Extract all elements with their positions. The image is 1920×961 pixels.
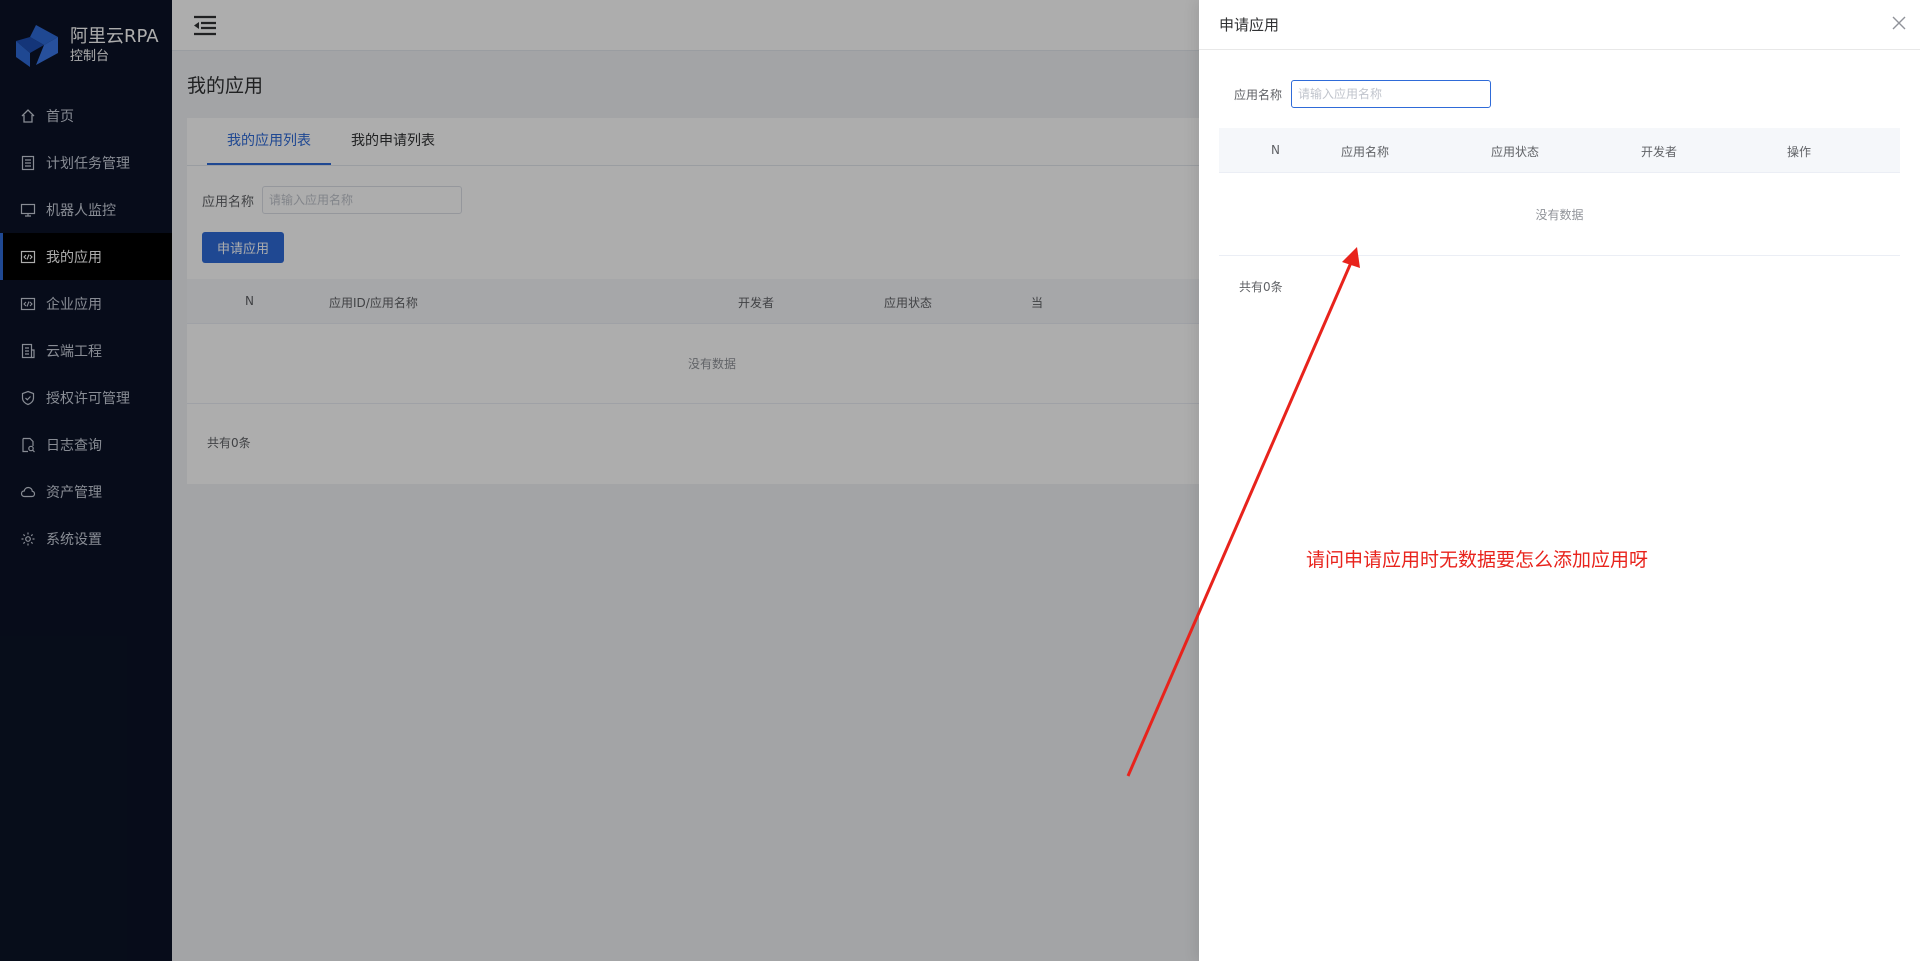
drawer-table-empty-message: 没有数据 xyxy=(1219,173,1900,256)
drawer-app-name-label: 应用名称 xyxy=(1234,87,1283,102)
drawer-filter-bar: 应用名称 xyxy=(1199,50,1920,108)
drawer-column-header-app-status[interactable]: 应用状态 xyxy=(1491,143,1539,160)
drawer-header: 申请应用 xyxy=(1199,0,1920,50)
apply-app-drawer: 申请应用 应用名称 N 应用名称 应用状态 开发者 操作 没有数据 共有0条 xyxy=(1199,0,1920,961)
drawer-table-total-count: 共有0条 xyxy=(1239,280,1283,294)
drawer-column-header-actions[interactable]: 操作 xyxy=(1787,143,1811,160)
drawer-column-header-app-name[interactable]: 应用名称 xyxy=(1341,143,1389,160)
drawer-column-header-developer[interactable]: 开发者 xyxy=(1641,143,1677,160)
drawer-column-header-n[interactable]: N xyxy=(1271,143,1280,157)
close-icon[interactable] xyxy=(1890,14,1908,32)
drawer-app-name-input[interactable] xyxy=(1291,80,1492,108)
drawer-table-header: N 应用名称 应用状态 开发者 操作 xyxy=(1219,128,1900,173)
annotation-text: 请问申请应用时无数据要怎么添加应用呀 xyxy=(1306,549,1649,571)
drawer-title: 申请应用 xyxy=(1219,16,1280,34)
drawer-table: N 应用名称 应用状态 开发者 操作 没有数据 xyxy=(1219,128,1900,256)
